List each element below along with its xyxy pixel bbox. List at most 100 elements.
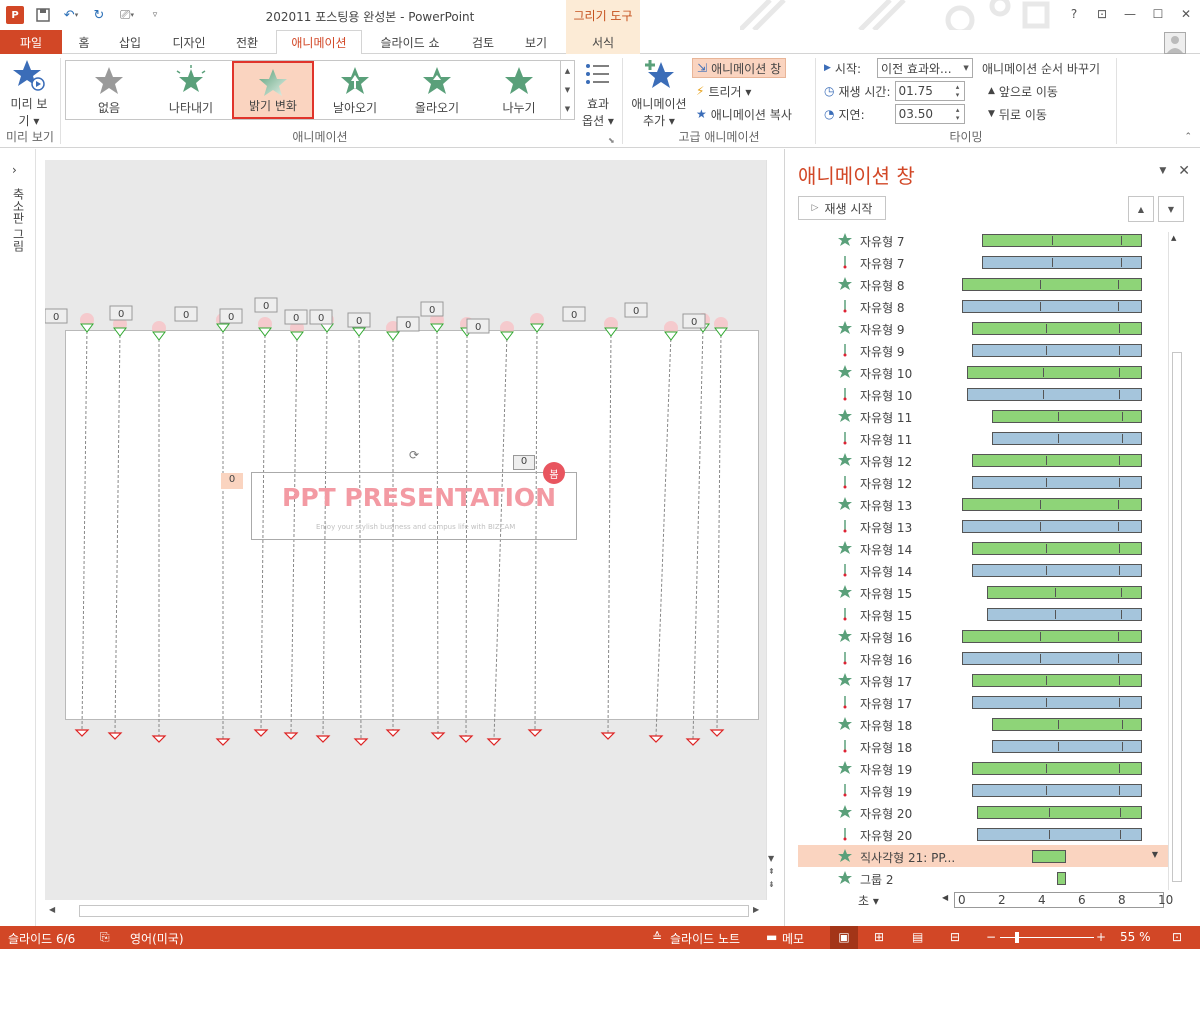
slideshow-view-icon[interactable]: ⊟ <box>950 930 960 944</box>
tab-view[interactable]: 보기 <box>514 30 558 54</box>
zoom-in-icon[interactable]: + <box>1096 930 1106 944</box>
slide-vertical-scrollbar[interactable] <box>766 160 783 900</box>
collapse-ribbon-icon[interactable]: ⌃ <box>1184 132 1192 142</box>
animation-list-item[interactable]: 자유형 7 <box>798 229 1168 251</box>
animation-list-item[interactable]: 자유형 12 <box>798 471 1168 493</box>
gallery-item-none[interactable]: 없음 <box>68 61 150 119</box>
move-down-button[interactable]: ▼ <box>1158 196 1184 222</box>
tab-review[interactable]: 검토 <box>462 30 504 54</box>
motion-path-line[interactable] <box>114 329 121 734</box>
gallery-down-icon[interactable]: ▼ <box>565 86 570 94</box>
scroll-thumb[interactable] <box>79 905 749 917</box>
path-start-marker[interactable] <box>113 327 127 337</box>
timeline-bar[interactable] <box>992 432 1142 445</box>
animation-list-item[interactable]: 자유형 16 <box>798 647 1168 669</box>
path-start-marker[interactable] <box>604 327 618 337</box>
tab-animations[interactable]: 애니메이션 <box>276 30 362 55</box>
delay-spinner[interactable]: 03.50 ▴ ▾ <box>894 104 965 124</box>
path-end-marker[interactable] <box>151 735 167 743</box>
timeline-bar[interactable] <box>1032 850 1066 863</box>
path-start-marker[interactable] <box>352 327 366 337</box>
tab-transitions[interactable]: 전환 <box>226 30 268 54</box>
expand-thumbnails-icon[interactable]: › <box>12 163 17 177</box>
language-indicator[interactable]: 영어(미국) <box>130 930 184 947</box>
timeline-bar[interactable] <box>987 608 1142 621</box>
timeline-bar[interactable] <box>972 322 1142 335</box>
timeline-bar[interactable] <box>992 410 1142 423</box>
rotate-handle-icon[interactable]: ⟳ <box>409 448 419 462</box>
timeline-bar[interactable] <box>962 300 1142 313</box>
spinner-arrows-icon[interactable]: ▴ ▾ <box>952 83 964 99</box>
animation-list-item[interactable]: 자유형 18 <box>798 735 1168 757</box>
path-start-marker[interactable] <box>258 327 272 337</box>
timeline-bar[interactable] <box>962 630 1142 643</box>
timeline-bar[interactable] <box>967 366 1142 379</box>
path-start-marker[interactable] <box>714 327 728 337</box>
animation-list-scrollbar[interactable]: ▲ <box>1168 232 1184 890</box>
thumbnail-pane-label[interactable]: 축소판 그림 <box>10 188 27 252</box>
timeline-bar[interactable] <box>1057 872 1066 885</box>
path-end-marker[interactable] <box>486 738 502 746</box>
path-start-marker[interactable] <box>290 331 304 341</box>
path-end-marker[interactable] <box>430 732 446 740</box>
animation-list-item[interactable]: 직사각형 21: PP... ▼ <box>798 845 1168 867</box>
tab-insert[interactable]: 삽입 <box>110 30 150 54</box>
trigger-button[interactable]: ⚡ 트리거 ▾ <box>696 81 751 101</box>
path-start-marker[interactable] <box>80 323 94 333</box>
move-up-button[interactable]: ▲ <box>1128 196 1154 222</box>
add-animation-button[interactable]: 애니메이션 추가 ▾ <box>626 58 692 129</box>
animation-list-item[interactable]: 자유형 19 <box>798 757 1168 779</box>
zoom-slider-thumb[interactable] <box>1015 932 1019 943</box>
tab-home[interactable]: 홈 <box>66 30 102 54</box>
animation-list-item[interactable]: 자유형 11 <box>798 405 1168 427</box>
timeline-bar[interactable] <box>972 696 1142 709</box>
play-button[interactable]: ▷ 재생 시작 <box>798 196 886 220</box>
animation-list-item[interactable]: 자유형 8 <box>798 273 1168 295</box>
path-end-marker[interactable] <box>283 732 299 740</box>
scroll-thumb[interactable] <box>769 900 781 1010</box>
timeline-bar[interactable] <box>992 740 1142 753</box>
scroll-right-icon[interactable]: ▶ <box>753 905 759 914</box>
timeline-bar[interactable] <box>962 278 1142 291</box>
maximize-button[interactable]: ☐ <box>1144 0 1172 28</box>
timeline-bar[interactable] <box>982 256 1142 269</box>
animation-list-item[interactable]: 자유형 19 <box>798 779 1168 801</box>
tab-slideshow[interactable]: 슬라이드 쇼 <box>370 30 450 54</box>
gallery-scroll[interactable]: ▲ ▼ ▼ <box>560 61 574 119</box>
timeline-bar[interactable] <box>972 784 1142 797</box>
timeline-bar[interactable] <box>972 564 1142 577</box>
start-dropdown[interactable]: 이전 효과와... ▼ <box>877 58 974 78</box>
animation-list-item[interactable]: 자유형 20 <box>798 823 1168 845</box>
duration-spinner[interactable]: 01.75 ▴ ▾ <box>894 81 965 101</box>
move-earlier-button[interactable]: ▲ 앞으로 이동 <box>988 81 1058 101</box>
animation-list-item[interactable]: 그룹 2 <box>798 867 1168 889</box>
timeline-bar[interactable] <box>992 718 1142 731</box>
motion-path-line[interactable] <box>655 333 672 737</box>
animation-list-item[interactable]: 자유형 8 <box>798 295 1168 317</box>
path-start-marker[interactable] <box>664 331 678 341</box>
animation-list-item[interactable]: 자유형 18 <box>798 713 1168 735</box>
ribbon-display-options-icon[interactable]: ⊡ <box>1088 0 1116 28</box>
path-start-marker[interactable] <box>386 331 400 341</box>
animation-list-item[interactable]: 자유형 10 <box>798 361 1168 383</box>
animation-list-item[interactable]: 자유형 13 <box>798 493 1168 515</box>
path-start-marker[interactable] <box>530 323 544 333</box>
minimize-button[interactable]: — <box>1116 0 1144 28</box>
title-textbox[interactable]: PPT PRESENTATION Enjoy your stylish busi… <box>251 472 577 540</box>
scroll-left-icon[interactable]: ◀ <box>49 905 55 914</box>
scroll-thumb[interactable] <box>1172 352 1182 882</box>
timeline-bar[interactable] <box>977 828 1142 841</box>
help-button[interactable]: ? <box>1060 0 1088 28</box>
spinner-arrows-icon[interactable]: ▴ ▾ <box>952 106 964 122</box>
path-end-marker[interactable] <box>253 729 269 737</box>
user-avatar[interactable] <box>1164 32 1186 54</box>
timeline-bar[interactable] <box>962 652 1142 665</box>
timeline-bar[interactable] <box>972 762 1142 775</box>
animation-list-item[interactable]: 자유형 11 <box>798 427 1168 449</box>
animation-painter-button[interactable]: ★ 애니메이션 복사 <box>696 104 792 124</box>
dialog-launcher-icon[interactable]: ⬊ <box>608 136 615 145</box>
animation-list-item[interactable]: 자유형 9 <box>798 317 1168 339</box>
motion-path-line[interactable] <box>692 325 704 740</box>
timeline-bar[interactable] <box>972 454 1142 467</box>
motion-path-line[interactable] <box>81 325 88 731</box>
